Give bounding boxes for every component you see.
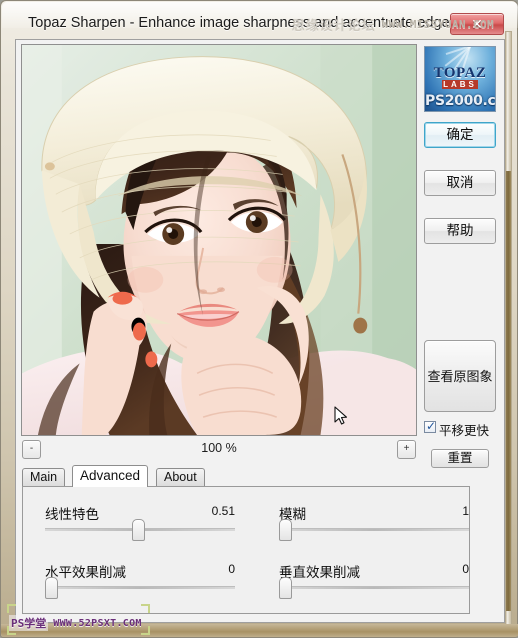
slider-blur-thumb[interactable] bbox=[279, 519, 292, 541]
slider-horizontal-reduction-track[interactable] bbox=[45, 586, 235, 589]
window-title: Topaz Sharpen - Enhance image sharpness … bbox=[28, 15, 457, 31]
slider-linear-feature[interactable]: 线性特色 0.51 bbox=[45, 503, 235, 543]
tab-main[interactable]: Main bbox=[22, 468, 66, 486]
close-button[interactable]: ✕ bbox=[450, 13, 504, 35]
slider-linear-feature-value: 0.51 bbox=[211, 504, 235, 518]
logo-labs-text: LABS bbox=[442, 80, 478, 89]
ok-button[interactable]: 确定 bbox=[424, 122, 496, 148]
tab-about[interactable]: About bbox=[156, 468, 205, 486]
title-bar[interactable]: Topaz Sharpen - Enhance image sharpness … bbox=[12, 11, 508, 39]
slider-blur-value: 1 bbox=[462, 504, 469, 518]
watermark-corner-bl bbox=[7, 626, 16, 635]
slider-vertical-reduction-thumb[interactable] bbox=[279, 577, 292, 599]
application-window: Topaz Sharpen - Enhance image sharpness … bbox=[0, 0, 518, 638]
tab-bar: Main Advanced About bbox=[22, 465, 418, 487]
pan-faster-checkbox-box[interactable]: ✓ bbox=[424, 419, 437, 433]
image-preview-panel[interactable] bbox=[21, 44, 417, 436]
dialog-client-area: - 100 % + Main Advanced About 线性特色 0.51 … bbox=[15, 39, 505, 623]
slider-vertical-reduction-label: 垂直效果削减 bbox=[279, 565, 360, 580]
zoom-level-value: 100 % bbox=[201, 441, 237, 455]
slider-horizontal-reduction-thumb[interactable] bbox=[45, 577, 58, 599]
slider-vertical-reduction[interactable]: 垂直效果削减 0 bbox=[279, 561, 469, 601]
cancel-button[interactable]: 取消 bbox=[424, 170, 496, 196]
mouse-cursor bbox=[334, 406, 348, 425]
logo-site-text: PS2000.cn bbox=[425, 93, 496, 109]
zoom-in-button[interactable]: + bbox=[397, 440, 416, 459]
advanced-settings-inner: 线性特色 0.51 模糊 1 水平效果削减 0 垂直效果削减 0 bbox=[25, 489, 469, 611]
slider-blur[interactable]: 模糊 1 bbox=[279, 503, 469, 543]
preview-image[interactable] bbox=[22, 45, 416, 435]
advanced-settings-panel: 线性特色 0.51 模糊 1 水平效果削减 0 垂直效果削减 0 bbox=[22, 486, 470, 614]
pan-faster-label: 平移更快 bbox=[439, 424, 490, 438]
pan-faster-checkbox[interactable]: ✓ 平移更快 bbox=[424, 419, 500, 438]
watermark-corner-tr bbox=[141, 604, 150, 613]
slider-vertical-reduction-track[interactable] bbox=[279, 586, 469, 589]
view-original-button[interactable]: 查看原图象 bbox=[424, 340, 496, 412]
reset-button[interactable]: 重置 bbox=[431, 449, 489, 468]
slider-linear-feature-label: 线性特色 bbox=[45, 507, 99, 522]
watermark-bottom-url: WWW.52PSXT.COM bbox=[53, 617, 142, 629]
slider-blur-track[interactable] bbox=[279, 528, 469, 531]
slider-horizontal-reduction-label: 水平效果削减 bbox=[45, 565, 126, 580]
tab-advanced[interactable]: Advanced bbox=[72, 465, 149, 487]
slider-linear-feature-thumb[interactable] bbox=[132, 519, 146, 541]
slider-horizontal-reduction[interactable]: 水平效果削减 0 bbox=[45, 561, 235, 601]
window-frame-rail-thumb[interactable] bbox=[506, 171, 511, 611]
close-icon: ✕ bbox=[471, 16, 483, 32]
topaz-labs-logo: TOPAZ LABS PS2000.cn bbox=[424, 46, 496, 112]
slider-horizontal-reduction-value: 0 bbox=[228, 562, 235, 576]
help-button[interactable]: 帮助 bbox=[424, 218, 496, 244]
watermark-bottom: PS学堂 WWW.52PSXT.COM bbox=[9, 615, 142, 631]
zoom-control-row: - 100 % + bbox=[21, 439, 417, 461]
slider-vertical-reduction-value: 0 bbox=[462, 562, 469, 576]
watermark-corner-tl bbox=[7, 604, 16, 613]
check-icon: ✓ bbox=[426, 419, 437, 433]
watermark-corner-br bbox=[141, 626, 150, 635]
